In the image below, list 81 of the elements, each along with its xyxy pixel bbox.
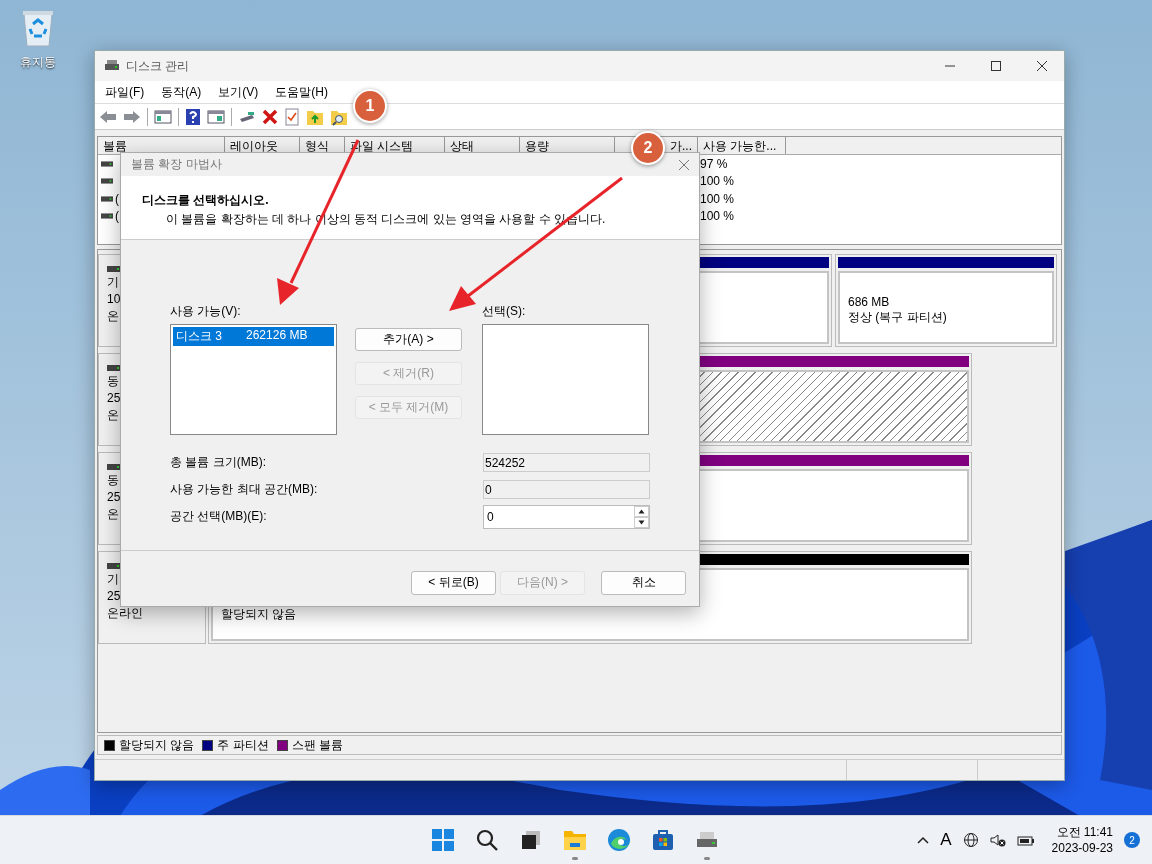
disk-info-text: 기	[107, 275, 119, 290]
table-cell-text: 100 %	[699, 174, 735, 189]
disk-info-text: 온	[107, 408, 119, 423]
wizard-button[interactable]: 취소	[601, 570, 686, 595]
disk-info-text: 온	[107, 309, 119, 324]
disk-info-text: 25	[107, 391, 121, 406]
partition-info-text: 할당되지 않음	[221, 606, 298, 623]
disk-info-text: 25	[107, 589, 121, 604]
readonly-field[interactable]: 524252	[483, 453, 650, 472]
menu-item[interactable]: 도움말(H)	[275, 83, 328, 101]
chevron-up-icon[interactable]	[917, 836, 930, 844]
volume-name: (	[115, 209, 119, 224]
disk-info-text: 동	[107, 473, 119, 488]
notification-badge[interactable]: 2	[1124, 832, 1140, 848]
disk-info-text: 동	[107, 374, 119, 389]
help-icon[interactable]	[185, 107, 201, 126]
move-button[interactable]: 추가(A) >	[355, 328, 462, 351]
disk-info-text: 25	[107, 490, 121, 505]
legend-label: 주 파티션	[217, 736, 269, 754]
dialog-title: 볼륨 확장 마법사	[131, 156, 222, 173]
drive-icon	[107, 364, 121, 372]
list-label: 사용 가능(V):	[170, 303, 242, 320]
drive-icon	[101, 194, 113, 203]
delete-icon[interactable]	[262, 108, 278, 125]
menu-item[interactable]: 동작(A)	[161, 83, 202, 101]
clock-date: 2023-09-23	[1051, 840, 1113, 856]
table-cell-text: 97 %	[699, 156, 728, 171]
partition-info-text: 정상 (복구 파티션)	[848, 309, 948, 326]
volume-name: (	[115, 191, 119, 206]
windows-start-icon[interactable]	[432, 829, 454, 851]
list-item[interactable]: 디스크 3 262126 MB	[173, 327, 334, 346]
globe-icon[interactable]	[962, 832, 979, 848]
partition-info-text: 686 MB	[848, 295, 891, 309]
clock[interactable]: 오전 11:41 2023-09-23	[1051, 824, 1113, 856]
panel-icon[interactable]	[154, 108, 172, 125]
wizard-button[interactable]: < 뒤로(B)	[411, 570, 496, 595]
field-label: 총 볼륨 크기(MB):	[170, 454, 266, 471]
field-label: 사용 가능한 최대 공간(MB):	[170, 481, 318, 498]
drive-icon	[101, 212, 113, 221]
table-cell-text: 100 %	[699, 209, 735, 224]
disk-app-icon	[104, 59, 120, 73]
folder-icon[interactable]	[563, 829, 587, 851]
drive-icon	[107, 463, 121, 471]
size-field[interactable]: 0	[483, 504, 650, 529]
legend-label: 할당되지 않음	[119, 736, 195, 754]
menu-item[interactable]: 보기(V)	[218, 83, 259, 101]
store-bag-icon[interactable]	[651, 828, 675, 852]
legend-label: 스팬 볼륨	[291, 736, 344, 754]
clock-time: 오전 11:41	[1056, 824, 1113, 840]
list-label: 선택(S):	[482, 303, 527, 320]
disk-info-text: 기	[107, 572, 119, 587]
browser-icon[interactable]	[607, 828, 631, 852]
back-arrow-icon[interactable]	[99, 108, 117, 125]
forward-arrow-icon[interactable]	[123, 108, 141, 125]
disk-info-text: 온라인	[107, 606, 143, 621]
recycle-bin-icon[interactable]	[20, 8, 56, 48]
close-icon[interactable]	[1036, 60, 1048, 72]
maximize-icon[interactable]	[990, 60, 1002, 72]
drive-icon	[107, 562, 121, 570]
task-view-icon[interactable]	[520, 829, 542, 851]
checklist-icon[interactable]	[284, 107, 300, 126]
panel-icon[interactable]	[207, 108, 225, 125]
drive-icon	[101, 177, 113, 186]
disk-info-text: 10	[107, 292, 121, 307]
input-indicator[interactable]: A	[940, 830, 952, 850]
menu-item[interactable]: 파일(F)	[105, 83, 145, 101]
table-cell-text: 100 %	[699, 191, 735, 206]
wizard-heading: 디스크를 선택하십시오.	[142, 192, 270, 209]
drive-icon	[101, 159, 113, 168]
window-title: 디스크 관리	[126, 57, 190, 75]
battery-icon[interactable]	[1016, 833, 1035, 847]
field-label: 공간 선택(MB)(E):	[170, 508, 267, 525]
readonly-field[interactable]: 0	[483, 480, 650, 499]
speaker-muted-icon[interactable]	[989, 832, 1006, 848]
drive-icon	[107, 265, 121, 273]
disk-info-text: 온	[107, 507, 119, 522]
available-disks-list[interactable]: 디스크 3 262126 MB	[170, 324, 337, 435]
selected-disks-list[interactable]	[482, 324, 649, 435]
partition-block[interactable]: 686 MB 정상 (복구 파티션)	[835, 254, 1057, 347]
search-icon[interactable]	[476, 829, 498, 851]
spinner-arrows-icon[interactable]	[634, 505, 649, 528]
